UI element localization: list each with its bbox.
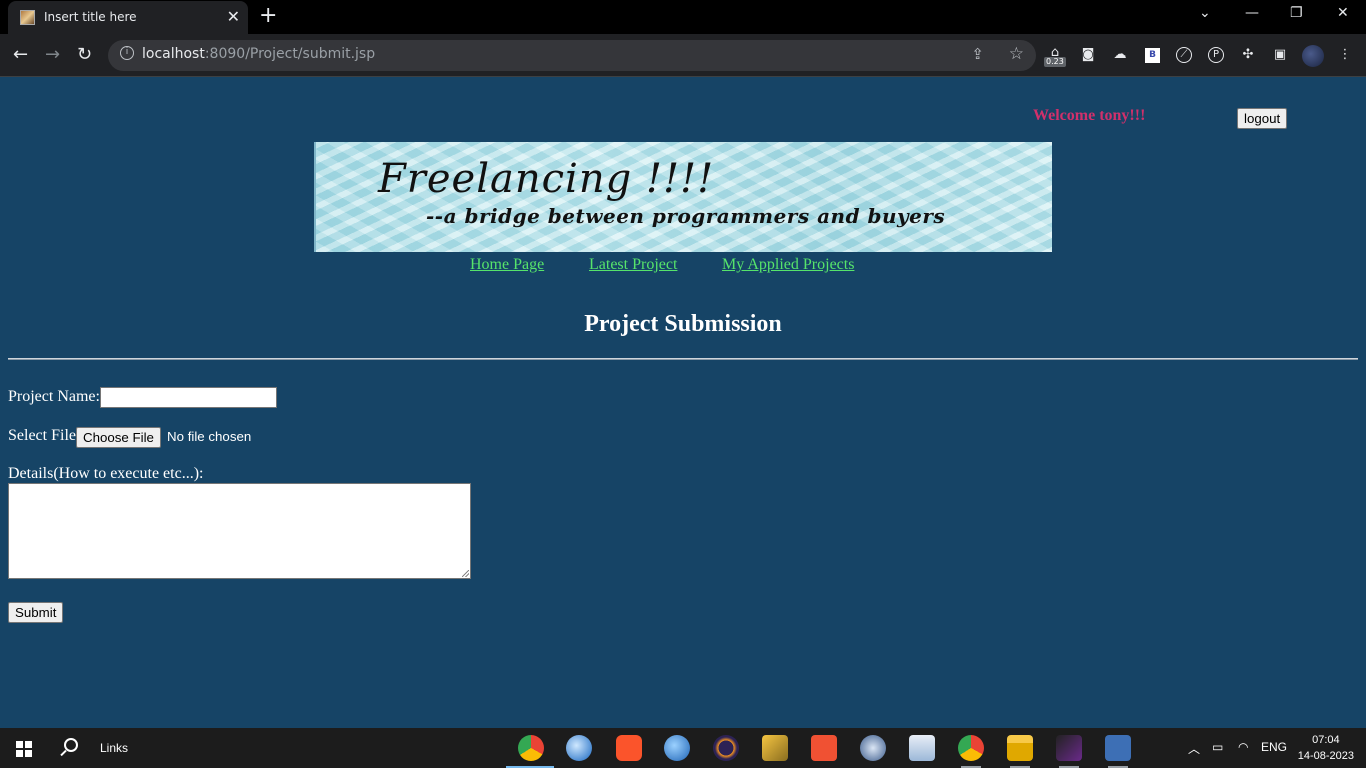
browser-toolbar: ← → ↻ i localhost:8090/Project/submit.js… [0,34,1366,77]
tab-search-chevron-icon[interactable]: ⌄ [1199,5,1211,21]
nav-latest-project-link[interactable]: Latest Project [589,256,677,274]
windows-taskbar: Links ︿ ▭ ◠ ENG 07:04 14-08-2023 [0,728,1366,768]
battery-icon[interactable]: ▭ [1212,740,1223,754]
server-app-taskbar-icon[interactable] [1105,735,1131,768]
chrome-taskbar-icon[interactable] [506,735,554,768]
site-info-icon[interactable]: i [120,46,134,60]
choose-file-button[interactable]: Choose File [76,427,161,448]
windows-start-icon[interactable] [16,741,32,757]
media-app-taskbar-icon[interactable] [909,735,935,761]
url-host: localhost [142,46,205,62]
extensions-puzzle-icon[interactable]: ✣ [1239,46,1257,64]
clock-time: 07:04 [1312,734,1340,746]
welcome-message: Welcome tony!!! [1033,107,1146,124]
project-name-label: Project Name: [8,388,100,405]
extension-glasses-icon[interactable]: ◙ [1079,46,1097,64]
close-window-icon[interactable]: ✕ [1337,5,1349,21]
nav-my-applied-projects-link[interactable]: My Applied Projects [722,256,854,274]
url-path: :8090/Project/submit.jsp [204,46,376,62]
details-textarea[interactable] [8,483,471,579]
new-tab-icon[interactable]: + [259,3,277,28]
select-file-label: Select File [8,427,76,444]
address-bar[interactable]: i localhost:8090/Project/submit.jsp ⇪ ☆ [108,40,1036,71]
brave-taskbar-icon[interactable] [616,735,642,761]
side-panel-icon[interactable]: ▣ [1271,46,1289,64]
bookmark-star-icon[interactable]: ☆ [1009,44,1024,64]
forward-arrow-icon[interactable]: → [45,44,60,65]
site-banner: Freelancing !!!! --a bridge between prog… [314,142,1052,252]
divider [8,358,1358,360]
idea-taskbar-icon[interactable] [1056,735,1082,768]
minimize-icon[interactable]: — [1245,5,1259,21]
reload-icon[interactable]: ↻ [77,44,92,65]
page-favicon-icon [20,10,35,25]
restore-icon[interactable]: ❐ [1290,5,1303,21]
tab-title: Insert title here [44,10,137,24]
banner-title: Freelancing !!!! [378,156,715,202]
extension-badge: 0.23 [1044,57,1066,67]
language-indicator[interactable]: ENG [1261,740,1287,754]
url-text[interactable]: localhost:8090/Project/submit.jsp [142,46,375,62]
page-content: Welcome tony!!! logout Freelancing !!!! … [0,77,1366,728]
submit-button[interactable]: Submit [8,602,64,623]
close-tab-icon[interactable]: ✕ [227,7,240,26]
git-taskbar-icon[interactable] [811,735,837,761]
wifi-icon[interactable]: ◠ [1238,740,1248,754]
extension-b-icon[interactable]: B [1145,48,1160,63]
browser-tab[interactable]: Insert title here ✕ [8,1,248,34]
taskbar-search-label[interactable]: Links [100,741,128,755]
details-label: Details(How to execute etc...): [8,465,204,482]
file-status-text: No file chosen [167,429,252,444]
project-name-input[interactable] [100,387,277,408]
taskbar-clock[interactable]: 07:04 14-08-2023 [1298,732,1354,764]
profile-avatar[interactable] [1302,45,1324,67]
extension-p-icon[interactable]: P [1208,47,1224,63]
browser-menu-icon[interactable]: ⋮ [1336,46,1354,64]
extension-compass-icon[interactable]: ⟋ [1176,47,1192,63]
clock-date: 14-08-2023 [1297,750,1354,762]
file-explorer-taskbar-icon[interactable] [1007,735,1033,768]
back-arrow-icon[interactable]: ← [13,44,28,65]
globe-taskbar-icon[interactable] [664,735,690,761]
share-icon[interactable]: ⇪ [971,45,984,63]
browser-tab-bar: Insert title here ✕ + ⌄ — ❐ ✕ [0,0,1366,34]
tray-chevron-icon[interactable]: ︿ [1188,740,1200,757]
chrome-profile-taskbar-icon[interactable] [958,735,984,768]
nav-home-page-link[interactable]: Home Page [470,256,544,274]
settings-globe-taskbar-icon[interactable] [860,735,886,761]
taskbar-search-icon[interactable] [64,738,78,752]
logout-button[interactable]: logout [1237,108,1288,129]
eclipse-taskbar-icon[interactable] [713,735,739,761]
browser-globe-taskbar-icon[interactable] [566,735,592,761]
page-title: Project Submission [584,311,782,337]
feather-app-taskbar-icon[interactable] [762,735,788,761]
banner-tagline: --a bridge between programmers and buyer… [426,204,946,228]
extension-cloud-icon[interactable]: ☁ [1111,46,1129,64]
